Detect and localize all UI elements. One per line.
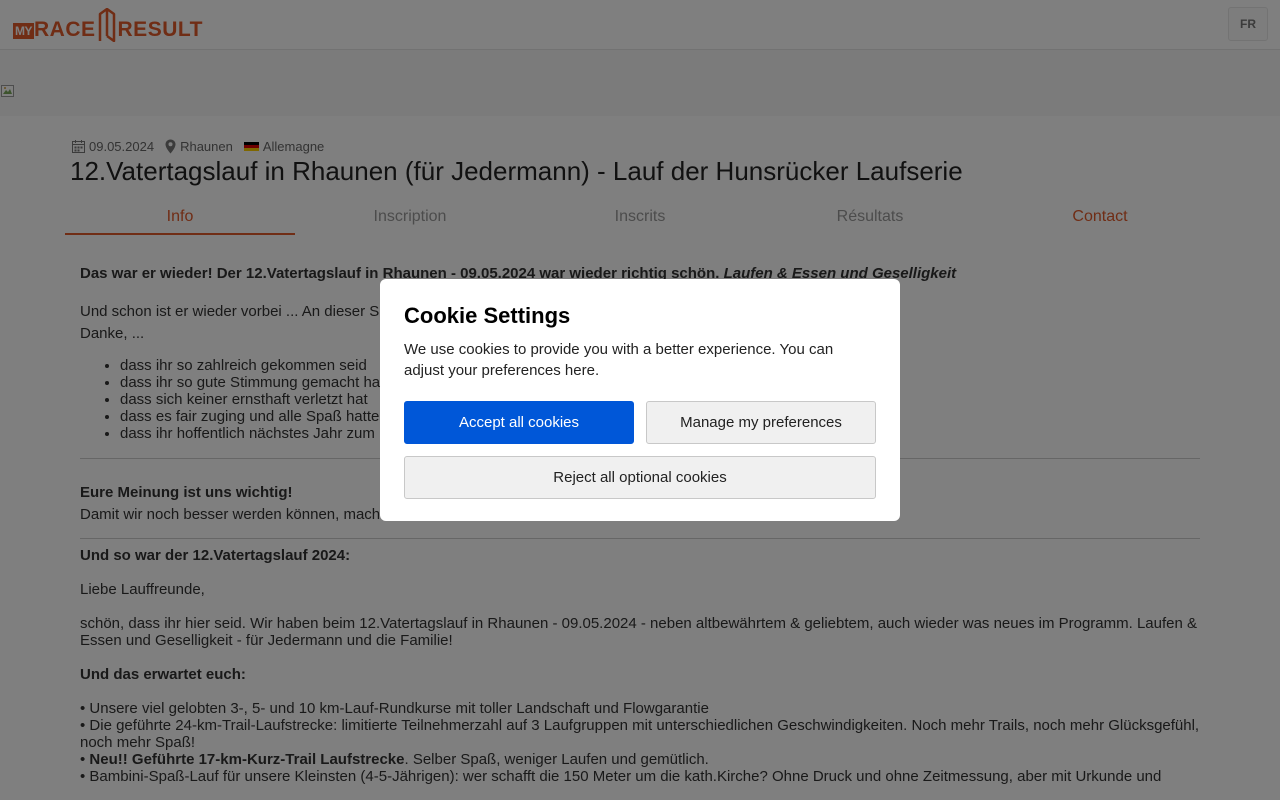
reject-optional-cookies-button[interactable]: Reject all optional cookies bbox=[404, 456, 876, 499]
cookie-dialog-text: We use cookies to provide you with a bet… bbox=[404, 341, 834, 379]
cookie-button-row: Accept all cookies Manage my preferences bbox=[404, 401, 876, 444]
manage-preferences-button[interactable]: Manage my preferences bbox=[646, 401, 876, 444]
accept-all-cookies-button[interactable]: Accept all cookies bbox=[404, 401, 634, 444]
cookie-dialog-title: Cookie Settings bbox=[404, 303, 571, 328]
cookie-settings-dialog: Cookie Settings We use cookies to provid… bbox=[380, 279, 900, 521]
